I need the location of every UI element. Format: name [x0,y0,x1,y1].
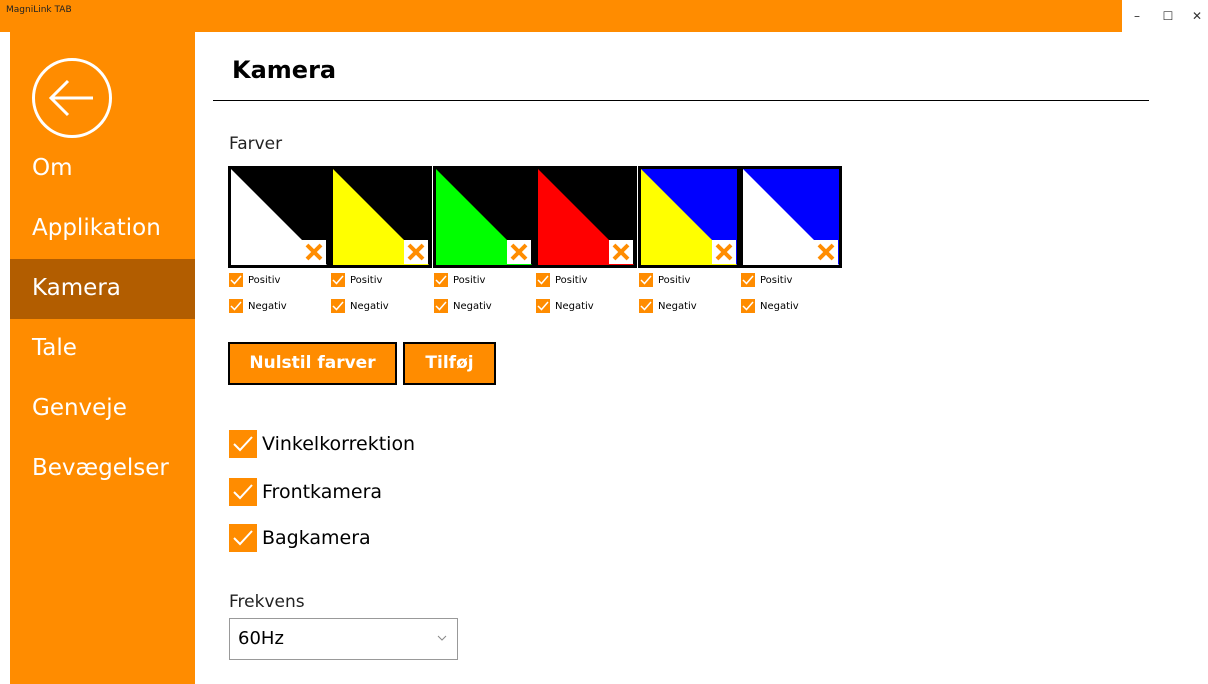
sidebar-item-applikation[interactable]: Applikation [10,199,195,259]
negative-checkbox[interactable]: Negativ [331,298,389,314]
positive-checkbox[interactable]: Positiv [536,272,587,288]
negative-checkbox[interactable]: Negativ [639,298,697,314]
positive-checkbox[interactable]: Positiv [741,272,792,288]
color-swatch[interactable] [433,166,535,268]
checkbox-checked-icon[interactable] [741,273,755,287]
color-swatch[interactable] [638,166,740,268]
page-title: Kamera [232,56,337,84]
checkbox-label: Negativ [658,300,697,312]
checkbox-checked-icon[interactable] [229,299,243,313]
frequency-label: Frekvens [229,592,305,612]
checkbox-checked-icon[interactable] [536,273,550,287]
sidebar-item-genveje[interactable]: Genveje [10,379,195,439]
checkbox-label: Positiv [248,274,281,286]
negative-checkbox[interactable]: Negativ [229,298,287,314]
sidebar-item-kamera[interactable]: Kamera [10,259,195,319]
positive-checkbox[interactable]: Positiv [229,272,280,288]
checkbox-label: Positiv [555,274,588,286]
checkbox-label: Negativ [248,300,287,312]
checkbox-label: Negativ [350,300,389,312]
checkbox-label: Positiv [453,274,486,286]
checkbox-checked-icon[interactable] [536,299,550,313]
checkbox-checked-icon[interactable] [229,273,243,287]
checkbox-checked-icon[interactable] [229,430,257,458]
positive-checkbox[interactable]: Positiv [434,272,485,288]
colors-label: Farver [229,134,283,154]
positive-checkbox[interactable]: Positiv [639,272,690,288]
negative-checkbox[interactable]: Negativ [536,298,594,314]
checkbox-label: Positiv [658,274,691,286]
arrow-left-icon [48,79,93,117]
add-color-button[interactable]: Tilføj [403,342,496,385]
delete-swatch-icon[interactable] [302,240,326,264]
checkbox-checked-icon[interactable] [434,299,448,313]
delete-swatch-icon[interactable] [609,240,633,264]
checkbox-label: Negativ [760,300,799,312]
negative-checkbox[interactable]: Negativ [741,298,799,314]
option-label: Vinkelkorrektion [262,433,416,455]
checkbox-label: Positiv [760,274,793,286]
option-bagkamera[interactable]: Bagkamera [229,523,371,553]
maximize-button[interactable]: ☐ [1158,8,1178,24]
frequency-value: 60Hz [238,628,284,649]
checkbox-checked-icon[interactable] [741,299,755,313]
option-frontkamera[interactable]: Frontkamera [229,477,382,507]
title-divider [213,100,1149,101]
checkbox-checked-icon[interactable] [331,299,345,313]
color-swatch[interactable] [228,166,330,268]
checkbox-checked-icon[interactable] [639,299,653,313]
sidebar-item-bevaegelser[interactable]: Bevægelser [10,439,195,499]
title-bar: MagniLink TAB – ☐ ✕ [0,0,1208,32]
delete-swatch-icon[interactable] [507,240,531,264]
positive-checkbox[interactable]: Positiv [331,272,382,288]
back-button[interactable] [32,58,112,138]
reset-colors-button[interactable]: Nulstil farver [228,342,397,385]
checkbox-checked-icon[interactable] [229,524,257,552]
close-button[interactable]: ✕ [1187,8,1207,24]
minimize-button[interactable]: – [1127,8,1147,24]
sidebar: Om Applikation Kamera Tale Genveje Bevæg… [10,32,195,684]
option-vinkelkorrektion[interactable]: Vinkelkorrektion [229,429,415,459]
checkbox-checked-icon[interactable] [331,273,345,287]
sidebar-item-om[interactable]: Om [10,139,195,199]
checkbox-label: Negativ [555,300,594,312]
checkbox-checked-icon[interactable] [639,273,653,287]
option-label: Frontkamera [262,481,383,503]
title-bar-accent [0,0,1122,32]
checkbox-label: Negativ [453,300,492,312]
checkbox-label: Positiv [350,274,383,286]
checkbox-checked-icon[interactable] [229,478,257,506]
color-swatch[interactable] [740,166,842,268]
checkbox-checked-icon[interactable] [434,273,448,287]
option-label: Bagkamera [262,527,371,549]
window-title: MagniLink TAB [6,5,72,15]
delete-swatch-icon[interactable] [712,240,736,264]
sidebar-item-tale[interactable]: Tale [10,319,195,379]
color-swatch[interactable] [330,166,432,268]
color-swatch[interactable] [535,166,637,268]
negative-checkbox[interactable]: Negativ [434,298,492,314]
frequency-select[interactable]: 60Hz [229,618,458,660]
delete-swatch-icon[interactable] [404,240,428,264]
delete-swatch-icon[interactable] [814,240,838,264]
chevron-down-icon [437,635,447,641]
